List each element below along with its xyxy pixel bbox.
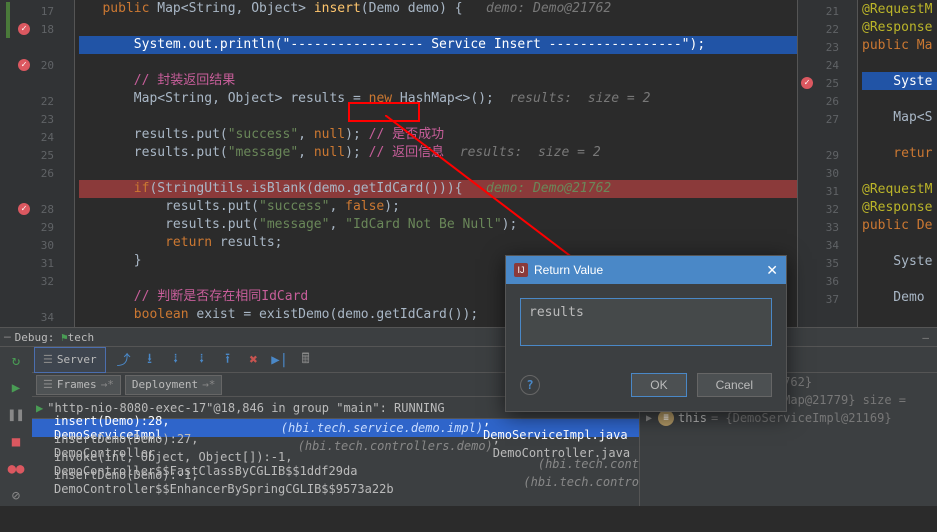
code-comment: // 封装返回结果	[134, 72, 235, 90]
left-gutter: 17 ✓18 ✓20 22 23 24 25 26 ✓28 29 30 31 3…	[0, 0, 75, 327]
run-to-cursor-icon[interactable]: ▶|	[272, 352, 288, 368]
stack-frame[interactable]: insertDemo(Demo):-1, DemoController$$Enh…	[32, 473, 639, 491]
evaluate-icon[interactable]: 🖩	[298, 352, 314, 368]
run-config-name: tech	[68, 331, 95, 344]
chevron-right-icon: →*	[101, 378, 114, 391]
step-out-icon[interactable]: ⭱	[220, 352, 236, 368]
expression-input[interactable]	[520, 298, 772, 346]
running-icon: ▶	[36, 401, 43, 415]
code-comment: // 返回信息	[361, 144, 444, 162]
cancel-button[interactable]: Cancel	[697, 373, 772, 397]
code-comment: // 是否成功	[361, 126, 444, 144]
step-into-icon[interactable]: ⭭	[168, 352, 184, 368]
help-icon[interactable]: ?	[520, 375, 540, 395]
chevron-right-icon: →*	[202, 378, 215, 391]
code-keyword: public	[102, 0, 149, 18]
diff-marker	[6, 20, 10, 38]
app-icon: IJ	[514, 263, 528, 277]
breakpoint-icon[interactable]: ✓	[801, 77, 813, 89]
breakpoints-icon[interactable]: ●●	[6, 460, 26, 479]
step-toolbar: ⤴ ⭳ ⭭ ⭭ ⭱ ✖ ▶| 🖩	[106, 352, 314, 368]
stop-icon[interactable]: ■	[6, 433, 26, 452]
breakpoint-icon[interactable]: ✓	[18, 203, 30, 215]
execution-line: System.out.println("----------------- Se…	[79, 36, 797, 54]
frames-list[interactable]: ▶ "http-nio-8080-exec-17"@18,846 in grou…	[32, 397, 639, 506]
diff-marker	[6, 2, 10, 20]
inline-hint: results: size = 2	[510, 90, 651, 108]
var-value: = {DemoServiceImpl@21169}	[711, 411, 892, 425]
breakpoint-line: if(StringUtils.isBlank(demo.getIdCard())…	[79, 180, 797, 198]
chevron-right-icon: ▶	[646, 413, 652, 424]
force-step-into-icon[interactable]: ⭭	[194, 352, 210, 368]
drop-frame-icon[interactable]: ✖	[246, 352, 262, 368]
close-icon[interactable]: ✕	[766, 262, 778, 279]
object-icon: ≡	[658, 410, 674, 426]
server-tab[interactable]: ☰ Server	[34, 347, 106, 373]
var-results: results	[290, 90, 345, 108]
dialog-titlebar[interactable]: IJ Return Value ✕	[506, 256, 786, 284]
pause-icon[interactable]: ❚❚	[6, 405, 26, 424]
inline-hint: demo: Demo@21762	[486, 180, 611, 198]
hide-icon[interactable]: —	[922, 331, 937, 344]
pin-icon: ─	[4, 331, 11, 344]
right-gutter: 21 22 23 24 ✓25 26 27 29 30 31 32 33 34 …	[798, 0, 858, 327]
breakpoint-icon[interactable]: ✓	[18, 23, 30, 35]
breakpoint-icon[interactable]: ✓	[18, 59, 30, 71]
ok-button[interactable]: OK	[631, 373, 686, 397]
deployment-tab[interactable]: Deployment →*	[125, 375, 222, 395]
dialog-title: Return Value	[534, 263, 603, 277]
panel-title: Debug	[15, 331, 48, 344]
tab-label: Frames	[57, 378, 97, 391]
debug-toolwindow-tab[interactable]: ─ Debug : ⚑ tech —	[0, 327, 937, 347]
step-over-icon[interactable]: ⭳	[142, 352, 158, 368]
resume-icon[interactable]: ▶	[6, 378, 26, 397]
tab-label: Deployment	[132, 378, 198, 391]
inline-hint: demo: Demo@21762	[486, 0, 611, 18]
code-editor-right[interactable]: @RequestM @Response public Ma Syste Map<…	[858, 0, 937, 327]
tab-label: Server	[57, 353, 97, 366]
inline-hint: results: size = 2	[460, 144, 601, 162]
thread-title: "http-nio-8080-exec-17"@18,846 in group …	[47, 401, 444, 415]
show-execution-icon[interactable]: ⤴	[116, 352, 132, 368]
frames-tab[interactable]: ☰ Frames →*	[36, 375, 121, 395]
debug-left-rail: ↻ ▶ ❚❚ ■ ●● ⊘	[0, 347, 32, 506]
return-value-dialog: IJ Return Value ✕ ? OK Cancel	[505, 255, 787, 412]
var-name: this	[678, 411, 707, 425]
mute-icon[interactable]: ⊘	[6, 487, 26, 506]
code-comment: // 判断是否存在相同IdCard	[134, 288, 308, 306]
rerun-icon[interactable]: ↻	[6, 351, 26, 370]
